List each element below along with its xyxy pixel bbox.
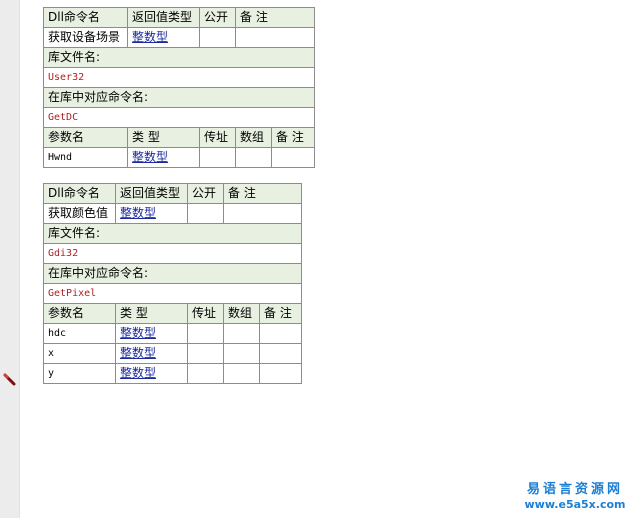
dll-command-table-2: Dll命令名 返回值类型 公开 备 注 获取颜色值 整数型 库文件名: Gdi3…: [42, 183, 303, 384]
param-byref-cell[interactable]: [187, 363, 224, 384]
param-type-header: 类 型: [127, 127, 200, 148]
command-header-row: Dll命令名 返回值类型 公开 备 注: [43, 183, 303, 204]
note-cell[interactable]: [222, 203, 303, 224]
param-byref-header: 传址: [187, 303, 224, 324]
watermark-title: 易语言资源网: [526, 482, 623, 497]
param-type-link[interactable]: 整数型: [120, 346, 156, 360]
param-row: Hwnd 整数型: [43, 147, 316, 168]
pen-cursor-icon: [3, 373, 16, 386]
return-type-link[interactable]: 整数型: [132, 30, 168, 44]
param-row: y 整数型: [43, 363, 303, 384]
param-note-header: 备 注: [258, 303, 303, 324]
param-name-cell[interactable]: Hwnd: [43, 147, 128, 168]
col-return-type-header: 返回值类型: [115, 183, 188, 204]
param-type-cell[interactable]: 整数型: [115, 363, 188, 384]
col-dll-name-header: Dll命令名: [43, 183, 116, 204]
library-value[interactable]: User32: [42, 67, 316, 88]
param-row: x 整数型: [43, 343, 303, 364]
param-array-cell[interactable]: [223, 323, 260, 344]
param-type-header: 类 型: [115, 303, 188, 324]
param-byref-header: 传址: [199, 127, 236, 148]
param-array-cell[interactable]: [223, 363, 260, 384]
entry-name-label: 在库中对应命令名:: [42, 263, 303, 284]
param-array-cell[interactable]: [223, 343, 260, 364]
param-name-header: 参数名: [43, 127, 128, 148]
command-row: 获取颜色值 整数型: [43, 203, 303, 224]
return-type-cell[interactable]: 整数型: [127, 27, 200, 48]
param-note-cell[interactable]: [258, 343, 303, 364]
col-return-type-header: 返回值类型: [127, 7, 200, 28]
param-note-header: 备 注: [270, 127, 316, 148]
note-cell[interactable]: [234, 27, 316, 48]
command-name-cell[interactable]: 获取设备场景: [43, 27, 128, 48]
param-byref-cell[interactable]: [199, 147, 236, 168]
command-name-cell[interactable]: 获取颜色值: [43, 203, 116, 224]
param-note-cell[interactable]: [258, 363, 303, 384]
col-note-header: 备 注: [234, 7, 316, 28]
public-cell[interactable]: [187, 203, 224, 224]
param-type-cell[interactable]: 整数型: [127, 147, 200, 168]
return-type-link[interactable]: 整数型: [120, 206, 156, 220]
param-array-header: 数组: [223, 303, 260, 324]
col-dll-name-header: Dll命令名: [43, 7, 128, 28]
param-name-header: 参数名: [43, 303, 116, 324]
param-name-cell[interactable]: y: [43, 363, 116, 384]
col-public-header: 公开: [187, 183, 224, 204]
param-type-link[interactable]: 整数型: [120, 326, 156, 340]
dll-command-table-1: Dll命令名 返回值类型 公开 备 注 获取设备场景 整数型 库文件名: Use…: [42, 7, 316, 168]
param-note-cell[interactable]: [270, 147, 316, 168]
param-byref-cell[interactable]: [187, 343, 224, 364]
param-type-link[interactable]: 整数型: [120, 366, 156, 380]
param-name-cell[interactable]: x: [43, 343, 116, 364]
param-type-cell[interactable]: 整数型: [115, 343, 188, 364]
left-gutter: [0, 0, 20, 518]
entry-name-label: 在库中对应命令名:: [42, 87, 316, 108]
col-note-header: 备 注: [222, 183, 303, 204]
param-note-cell[interactable]: [258, 323, 303, 344]
param-name-cell[interactable]: hdc: [43, 323, 116, 344]
command-header-row: Dll命令名 返回值类型 公开 备 注: [43, 7, 316, 28]
entry-name-value[interactable]: GetPixel: [42, 283, 303, 304]
col-public-header: 公开: [199, 7, 236, 28]
param-array-cell[interactable]: [235, 147, 272, 168]
library-label: 库文件名:: [42, 47, 316, 68]
param-byref-cell[interactable]: [187, 323, 224, 344]
param-row: hdc 整数型: [43, 323, 303, 344]
param-type-cell[interactable]: 整数型: [115, 323, 188, 344]
param-header-row: 参数名 类 型 传址 数组 备 注: [43, 303, 303, 324]
param-header-row: 参数名 类 型 传址 数组 备 注: [43, 127, 316, 148]
library-value[interactable]: Gdi32: [42, 243, 303, 264]
command-row: 获取设备场景 整数型: [43, 27, 316, 48]
param-array-header: 数组: [235, 127, 272, 148]
site-watermark: 易语言资源网 www.e5a5x.com: [512, 482, 638, 512]
public-cell[interactable]: [199, 27, 236, 48]
watermark-url: www.e5a5x.com: [524, 498, 626, 511]
param-type-link[interactable]: 整数型: [132, 150, 168, 164]
library-label: 库文件名:: [42, 223, 303, 244]
entry-name-value[interactable]: GetDC: [42, 107, 316, 128]
return-type-cell[interactable]: 整数型: [115, 203, 188, 224]
